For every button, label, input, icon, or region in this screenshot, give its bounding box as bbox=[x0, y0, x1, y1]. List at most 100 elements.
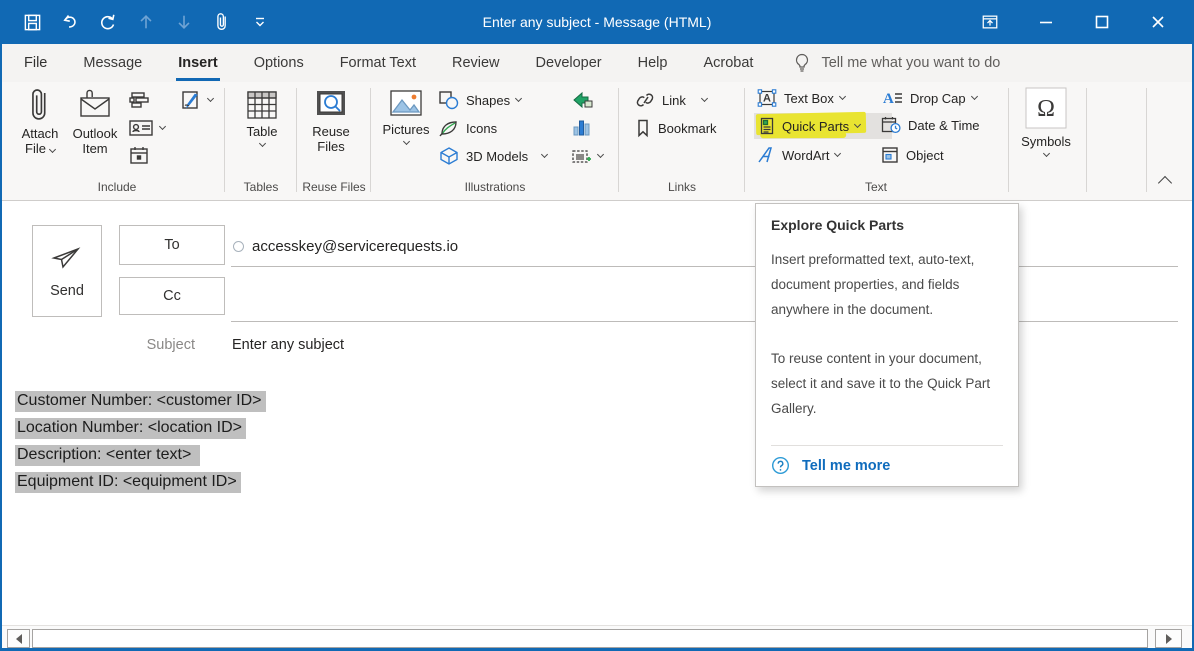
poll-icon bbox=[128, 90, 150, 110]
calendar-button[interactable] bbox=[128, 144, 150, 168]
tell-me-box[interactable]: Tell me what you want to do bbox=[793, 53, 1000, 73]
quick-parts-label: Quick Parts bbox=[782, 119, 849, 134]
recipient-address: accesskey@servicerequests.io bbox=[252, 238, 458, 255]
chevron-down-icon bbox=[159, 123, 166, 130]
customize-qat-icon[interactable] bbox=[248, 10, 272, 34]
move-up-icon[interactable] bbox=[134, 10, 158, 34]
text-box-button[interactable]: A Text Box bbox=[756, 86, 845, 110]
minimize-icon[interactable] bbox=[1018, 0, 1074, 44]
bookmark-button[interactable]: Bookmark bbox=[634, 116, 717, 140]
tell-me-more-link[interactable]: Tell me more bbox=[771, 456, 1003, 475]
body-line-selected[interactable]: Description: <enter text> bbox=[15, 445, 200, 466]
group-separator bbox=[1146, 88, 1147, 192]
close-icon[interactable] bbox=[1130, 0, 1186, 44]
quick-parts-icon bbox=[758, 116, 776, 136]
smartart-button[interactable] bbox=[570, 88, 594, 112]
icons-button[interactable]: Icons bbox=[438, 116, 497, 140]
3d-models-button[interactable]: 3D Models bbox=[438, 144, 564, 168]
screenshot-button[interactable] bbox=[570, 144, 603, 168]
pictures-label: Pictures bbox=[383, 122, 430, 137]
chevron-down-icon bbox=[839, 93, 846, 100]
scroll-right-button[interactable] bbox=[1155, 629, 1182, 648]
save-icon[interactable] bbox=[20, 10, 44, 34]
chevron-down-icon bbox=[207, 95, 214, 102]
tab-acrobat[interactable]: Acrobat bbox=[691, 46, 765, 80]
send-button[interactable]: Send bbox=[32, 225, 102, 317]
cc-field-underline[interactable] bbox=[231, 321, 1178, 322]
business-card-button[interactable] bbox=[128, 116, 165, 140]
body-line-selected[interactable]: Customer Number: <customer ID> bbox=[15, 391, 266, 412]
tab-format-text[interactable]: Format Text bbox=[328, 46, 428, 80]
to-label: To bbox=[164, 237, 179, 253]
chevron-down-icon bbox=[971, 93, 978, 100]
tab-message[interactable]: Message bbox=[71, 46, 154, 80]
group-separator bbox=[744, 88, 745, 192]
cc-label: Cc bbox=[163, 288, 181, 304]
group-separator bbox=[618, 88, 619, 192]
icons-icon bbox=[438, 118, 460, 138]
to-button[interactable]: To bbox=[119, 225, 225, 265]
body-line-selected[interactable]: Location Number: <location ID> bbox=[15, 418, 246, 439]
table-button[interactable]: Table bbox=[234, 86, 290, 146]
envelope-clip-icon bbox=[75, 86, 115, 126]
group-label-include: Include bbox=[22, 180, 212, 196]
tab-help[interactable]: Help bbox=[626, 46, 680, 80]
object-icon bbox=[880, 145, 900, 165]
recipient-chip[interactable]: accesskey@servicerequests.io bbox=[233, 238, 458, 255]
wordart-button[interactable]: WordArt bbox=[756, 143, 840, 167]
chevron-down-icon bbox=[402, 138, 409, 145]
chevron-down-icon bbox=[701, 95, 708, 102]
tab-review[interactable]: Review bbox=[440, 46, 512, 80]
object-label: Object bbox=[906, 148, 944, 163]
group-separator bbox=[296, 88, 297, 192]
quick-parts-button[interactable]: Quick Parts bbox=[754, 113, 892, 139]
tab-options[interactable]: Options bbox=[242, 46, 316, 80]
screenshot-icon bbox=[570, 146, 592, 166]
link-label: Link bbox=[662, 93, 686, 108]
move-down-icon[interactable] bbox=[172, 10, 196, 34]
subject-input[interactable]: Enter any subject bbox=[232, 337, 344, 353]
chart-button[interactable] bbox=[570, 116, 592, 140]
reuse-files-button[interactable]: Reuse Files bbox=[300, 86, 362, 154]
outlook-message-window: Enter any subject - Message (HTML) File … bbox=[0, 0, 1194, 651]
ribbon-tab-row: File Message Insert Options Format Text … bbox=[2, 44, 1192, 82]
signature-button[interactable] bbox=[180, 88, 213, 112]
text-box-icon: A bbox=[756, 88, 778, 108]
help-circle-icon bbox=[771, 456, 790, 475]
cc-button[interactable]: Cc bbox=[119, 277, 225, 315]
tab-file[interactable]: File bbox=[12, 46, 59, 80]
scrollbar-thumb[interactable] bbox=[32, 629, 1148, 648]
attach-icon[interactable] bbox=[210, 10, 234, 34]
window-controls bbox=[962, 0, 1186, 44]
chevron-down-icon bbox=[258, 140, 265, 147]
send-label: Send bbox=[50, 283, 84, 299]
maximize-icon[interactable] bbox=[1074, 0, 1130, 44]
date-time-button[interactable]: Date & Time bbox=[880, 113, 980, 137]
tab-developer[interactable]: Developer bbox=[524, 46, 614, 80]
chevron-down-icon bbox=[515, 95, 522, 102]
poll-button[interactable] bbox=[128, 88, 150, 112]
shapes-button[interactable]: Shapes bbox=[438, 88, 521, 112]
pictures-icon bbox=[386, 86, 426, 122]
link-button[interactable]: Link bbox=[634, 88, 707, 112]
pictures-button[interactable]: Pictures bbox=[378, 86, 434, 144]
group-label-tables: Tables bbox=[226, 180, 296, 196]
object-button[interactable]: Object bbox=[880, 143, 944, 167]
group-label-illustrations: Illustrations bbox=[382, 180, 608, 196]
scroll-left-button[interactable] bbox=[7, 629, 30, 648]
symbols-button[interactable]: Ω Symbols bbox=[1014, 86, 1078, 156]
shapes-label: Shapes bbox=[466, 93, 510, 108]
drop-cap-button[interactable]: A Drop Cap bbox=[880, 86, 977, 110]
to-field-underline[interactable] bbox=[231, 266, 1178, 267]
collapse-ribbon-icon[interactable] bbox=[1158, 176, 1172, 190]
body-line-selected[interactable]: Equipment ID: <equipment ID> bbox=[15, 472, 241, 493]
undo-icon[interactable] bbox=[58, 10, 82, 34]
send-plane-icon bbox=[50, 243, 84, 273]
svg-text:Ω: Ω bbox=[1037, 96, 1055, 122]
redo-icon[interactable] bbox=[96, 10, 120, 34]
attach-file-button[interactable]: Attach File bbox=[14, 86, 66, 156]
pin-ribbon-icon[interactable] bbox=[962, 0, 1018, 44]
chevron-down-icon bbox=[49, 146, 56, 153]
outlook-item-button[interactable]: Outlook Item bbox=[66, 86, 124, 156]
tab-insert[interactable]: Insert bbox=[166, 46, 230, 80]
